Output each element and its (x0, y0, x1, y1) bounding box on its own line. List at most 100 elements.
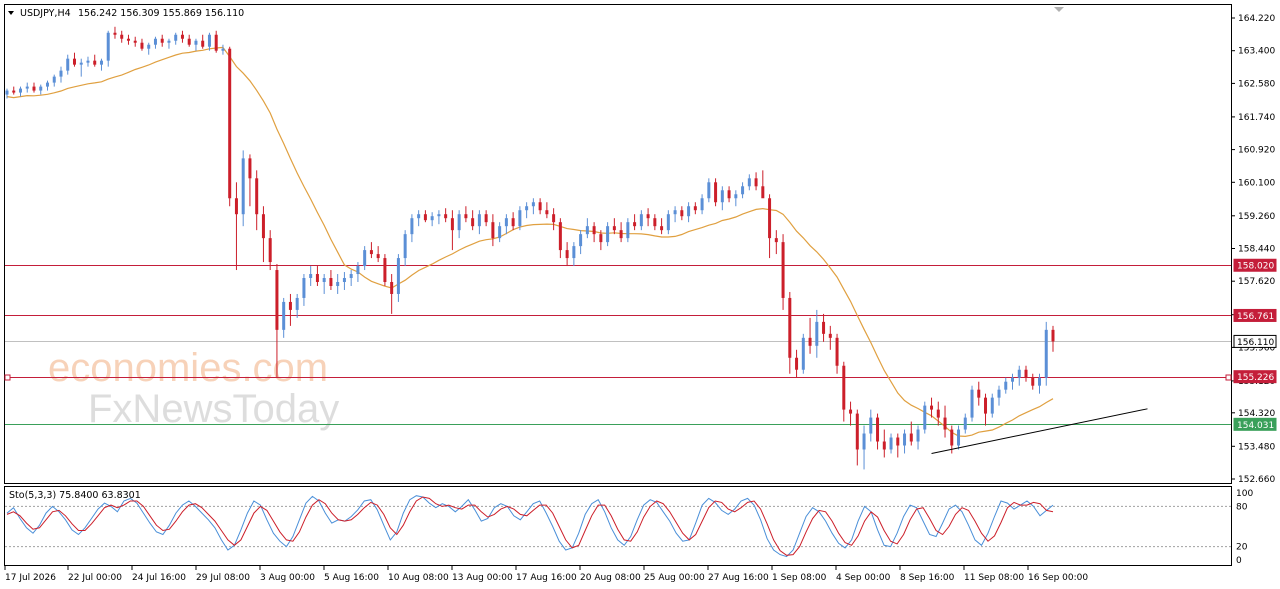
candle-body (626, 222, 630, 239)
candle-body (315, 274, 319, 282)
time-tick-label: 20 Aug 08:00 (580, 573, 641, 583)
candle-body (221, 48, 225, 51)
candle-body (1017, 369, 1021, 378)
candle-body (147, 44, 151, 49)
candle-body (558, 222, 562, 251)
price-tick-label: 164.220 (1238, 14, 1275, 24)
candle-body (808, 337, 812, 346)
candle-body (768, 198, 772, 239)
candle-body (788, 297, 792, 358)
time-axis: 17 Jul 2026 22 Jul 00:00 24 Jul 16:00 29 Ju… (4, 566, 1088, 583)
candle-body (903, 433, 907, 446)
candle-body (511, 218, 515, 227)
price-tick-label: 153.480 (1238, 442, 1275, 452)
candle-body (201, 40, 205, 47)
time-tick-label: 17 Jul 2026 (5, 573, 56, 583)
time-tick-label: 5 Aug 16:00 (324, 573, 379, 583)
candle-body (403, 234, 407, 259)
candle-body (727, 190, 731, 199)
candle-body (457, 214, 461, 231)
candle-body (1031, 377, 1035, 386)
price-tick-label: 152.660 (1238, 475, 1275, 485)
candle-body (801, 337, 805, 370)
candle-body (525, 206, 529, 211)
candle-body (79, 62, 83, 65)
candle-body (835, 337, 839, 366)
candle-body (862, 433, 866, 450)
stochastic-tick-label: 80 (1236, 502, 1248, 512)
candle-body (1044, 329, 1048, 378)
candle-body (126, 38, 130, 41)
candle-body (842, 365, 846, 410)
candle-body (45, 82, 49, 87)
candle-body (653, 218, 657, 227)
candle-body (592, 226, 596, 235)
candle-body (984, 397, 988, 414)
candle-body (39, 86, 43, 91)
candle-body (714, 182, 718, 203)
candle-body (646, 214, 650, 219)
candle-body (228, 48, 232, 199)
candle-body (356, 266, 360, 275)
time-tick-label: 1 Sep 08:00 (772, 573, 827, 583)
candle-body (25, 86, 29, 89)
time-tick-label: 22 Jul 00:00 (68, 573, 122, 583)
candle-body (349, 274, 353, 279)
time-tick-label: 27 Aug 16:00 (708, 573, 769, 583)
level-handle-right[interactable] (1225, 374, 1232, 381)
stochastic-title: Sto(5,3,3) 75.8400 63.8301 (9, 490, 141, 501)
candle-body (214, 34, 218, 51)
price-tick-label: 163.400 (1238, 47, 1275, 57)
candle-body (342, 278, 346, 282)
candle-body (93, 60, 97, 65)
candle-body (612, 226, 616, 231)
candle-body (977, 389, 981, 398)
candle-body (869, 417, 873, 434)
candle-body (707, 182, 711, 199)
candle-body (889, 437, 893, 450)
level-badge-label-0: 158.020 (1237, 262, 1274, 272)
time-tick-label: 3 Aug 00:00 (260, 573, 315, 583)
time-tick-label: 4 Sep 00:00 (836, 573, 891, 583)
price-axis: 164.220 163.400 162.580 161.740 160.920 160.1… (1231, 14, 1275, 485)
stochastic-tick-label: 0 (1236, 556, 1242, 566)
candle-body (234, 198, 238, 215)
candle-body (849, 409, 853, 414)
candle-body (261, 214, 265, 239)
candle-body (693, 206, 697, 211)
candle-body (302, 278, 306, 298)
candle-body (18, 88, 22, 93)
candle-body (72, 58, 76, 65)
candle-body (855, 413, 859, 450)
candle-body (99, 60, 103, 65)
candle-body (734, 194, 738, 199)
candle-body (1038, 377, 1042, 386)
candle-body (680, 210, 684, 217)
candle-body (86, 60, 90, 63)
candle-body (444, 214, 448, 219)
candle-body (153, 38, 157, 45)
level-badge-label-1: 156.761 (1237, 312, 1274, 322)
candle-body (194, 40, 198, 45)
candle-body (795, 357, 799, 370)
candle-body (133, 40, 137, 43)
candle-body (248, 158, 252, 179)
candle-body (963, 417, 967, 430)
level-badge-label-4: 154.031 (1237, 421, 1274, 431)
candle-body (484, 214, 488, 223)
candle-body (1051, 329, 1055, 342)
candle-body (916, 429, 920, 442)
candle-body (477, 214, 481, 227)
candle-body (1011, 377, 1015, 382)
candle-body (369, 250, 373, 255)
candle-body (828, 333, 832, 338)
candle-body (491, 222, 495, 239)
time-tick-label: 13 Aug 00:00 (452, 573, 513, 583)
candle-body (329, 278, 333, 286)
candle-body (909, 433, 913, 442)
candle-body (930, 405, 934, 410)
candle-body (754, 178, 758, 187)
candle-body (288, 301, 292, 310)
candle-body (545, 210, 549, 215)
level-handle-left[interactable] (4, 374, 11, 381)
